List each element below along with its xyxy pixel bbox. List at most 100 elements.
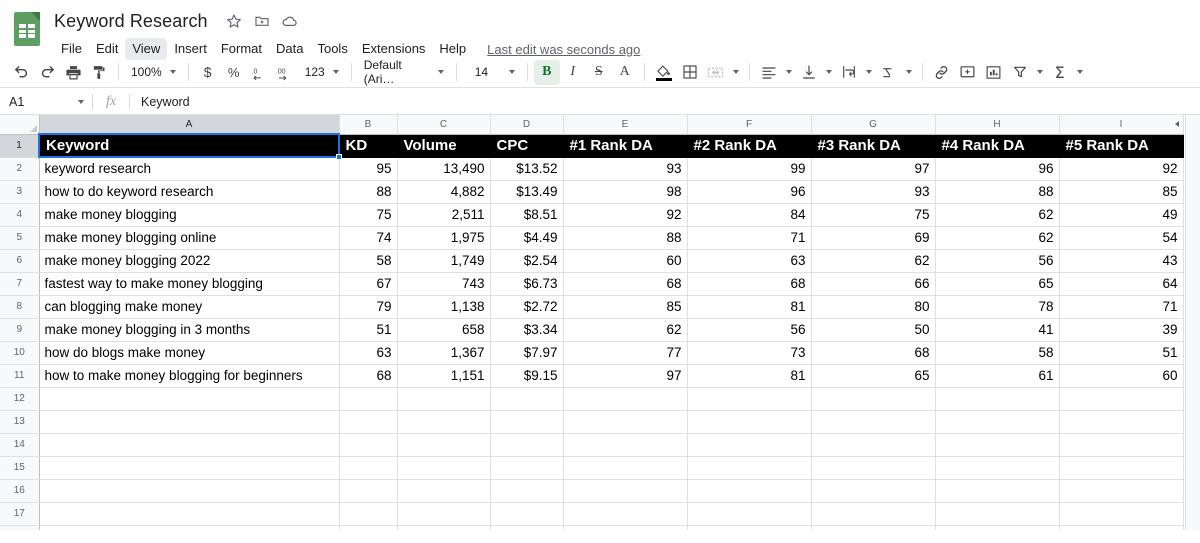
row-header-15[interactable]: 15 [0,456,40,480]
cell-C3[interactable]: 4,882 [397,180,491,204]
cell-C17[interactable] [397,502,491,526]
cell-G17[interactable] [811,502,936,526]
cell-A11[interactable]: how to make money blogging for beginners [39,364,340,388]
cell-D1[interactable]: CPC [490,134,564,158]
cell-A17[interactable] [39,502,340,526]
cell-C10[interactable]: 1,367 [397,341,491,365]
cell-E5[interactable]: 88 [563,226,688,250]
cell-G11[interactable]: 65 [811,364,936,388]
cell-F18[interactable] [687,525,812,530]
cell-I13[interactable] [1059,410,1184,434]
column-header-b[interactable]: B [339,115,398,135]
row-header-6[interactable]: 6 [0,249,40,273]
text-rotation-chevron[interactable] [902,60,916,85]
cell-E13[interactable] [563,410,688,434]
cell-I12[interactable] [1059,387,1184,411]
italic-button[interactable]: I [560,60,586,85]
cell-I10[interactable]: 51 [1059,341,1184,365]
cell-I18[interactable] [1059,525,1184,530]
row-header-9[interactable]: 9 [0,318,40,342]
cell-E4[interactable]: 92 [563,203,688,227]
cell-B5[interactable]: 74 [339,226,398,250]
cell-C5[interactable]: 1,975 [397,226,491,250]
cell-I6[interactable]: 43 [1059,249,1184,273]
text-rotation-icon[interactable] [876,60,902,85]
cell-H9[interactable]: 41 [935,318,1060,342]
cell-A15[interactable] [39,456,340,480]
cloud-saved-icon[interactable] [278,9,302,33]
cell-B17[interactable] [339,502,398,526]
cell-C11[interactable]: 1,151 [397,364,491,388]
cell-I5[interactable]: 54 [1059,226,1184,250]
cell-G13[interactable] [811,410,936,434]
row-header-2[interactable]: 2 [0,157,40,181]
cell-H14[interactable] [935,433,1060,457]
cell-E17[interactable] [563,502,688,526]
increase-decimal-icon[interactable]: .00 [273,60,299,85]
cell-A16[interactable] [39,479,340,503]
cell-F6[interactable]: 63 [687,249,812,273]
cell-H6[interactable]: 56 [935,249,1060,273]
cell-B12[interactable] [339,387,398,411]
cell-E3[interactable]: 98 [563,180,688,204]
horizontal-align-icon[interactable] [756,60,782,85]
cell-D9[interactable]: $3.34 [490,318,564,342]
cell-D4[interactable]: $8.51 [490,203,564,227]
cell-D10[interactable]: $7.97 [490,341,564,365]
font-size-selector[interactable]: 14 [463,60,521,85]
cell-B16[interactable] [339,479,398,503]
cell-F7[interactable]: 68 [687,272,812,296]
vertical-scrollbar-track[interactable] [1185,115,1200,530]
cell-D15[interactable] [490,456,564,480]
cell-E8[interactable]: 85 [563,295,688,319]
fill-color-icon[interactable] [651,60,677,85]
insert-chart-icon[interactable] [981,60,1007,85]
row-header-16[interactable]: 16 [0,479,40,503]
column-header-f[interactable]: F [687,115,812,135]
cell-A2[interactable]: keyword research [39,157,340,181]
cell-H18[interactable] [935,525,1060,530]
row-header-14[interactable]: 14 [0,433,40,457]
column-header-d[interactable]: D [490,115,564,135]
select-all-corner[interactable] [0,115,40,135]
column-header-e[interactable]: E [563,115,688,135]
cell-A14[interactable] [39,433,340,457]
cell-F5[interactable]: 71 [687,226,812,250]
decrease-decimal-icon[interactable]: .0 [247,60,273,85]
merge-options-chevron[interactable] [729,60,743,85]
cell-G8[interactable]: 80 [811,295,936,319]
cell-D2[interactable]: $13.52 [490,157,564,181]
cell-C7[interactable]: 743 [397,272,491,296]
cell-A7[interactable]: fastest way to make money blogging [39,272,340,296]
move-to-folder-icon[interactable] [250,9,274,33]
cell-H3[interactable]: 88 [935,180,1060,204]
chevron-down-icon[interactable] [78,99,84,104]
cell-F11[interactable]: 81 [687,364,812,388]
cell-E9[interactable]: 62 [563,318,688,342]
text-wrapping-icon[interactable] [836,60,862,85]
cell-F14[interactable] [687,433,812,457]
cell-B10[interactable]: 63 [339,341,398,365]
vertical-align-icon[interactable] [796,60,822,85]
cell-C14[interactable] [397,433,491,457]
row-header-5[interactable]: 5 [0,226,40,250]
column-header-i[interactable]: I [1059,115,1184,135]
cell-F8[interactable]: 81 [687,295,812,319]
cell-I15[interactable] [1059,456,1184,480]
cell-I3[interactable]: 85 [1059,180,1184,204]
cell-I7[interactable]: 64 [1059,272,1184,296]
row-header-8[interactable]: 8 [0,295,40,319]
cell-C6[interactable]: 1,749 [397,249,491,273]
cell-C2[interactable]: 13,490 [397,157,491,181]
cell-C18[interactable] [397,525,491,530]
document-title[interactable]: Keyword Research [54,11,210,32]
cell-B9[interactable]: 51 [339,318,398,342]
cell-H7[interactable]: 65 [935,272,1060,296]
create-filter-icon[interactable] [1007,60,1033,85]
fx-icon[interactable]: fx [93,94,129,110]
cell-G5[interactable]: 69 [811,226,936,250]
cell-B14[interactable] [339,433,398,457]
vertical-align-chevron[interactable] [822,60,836,85]
cell-C12[interactable] [397,387,491,411]
cell-F4[interactable]: 84 [687,203,812,227]
